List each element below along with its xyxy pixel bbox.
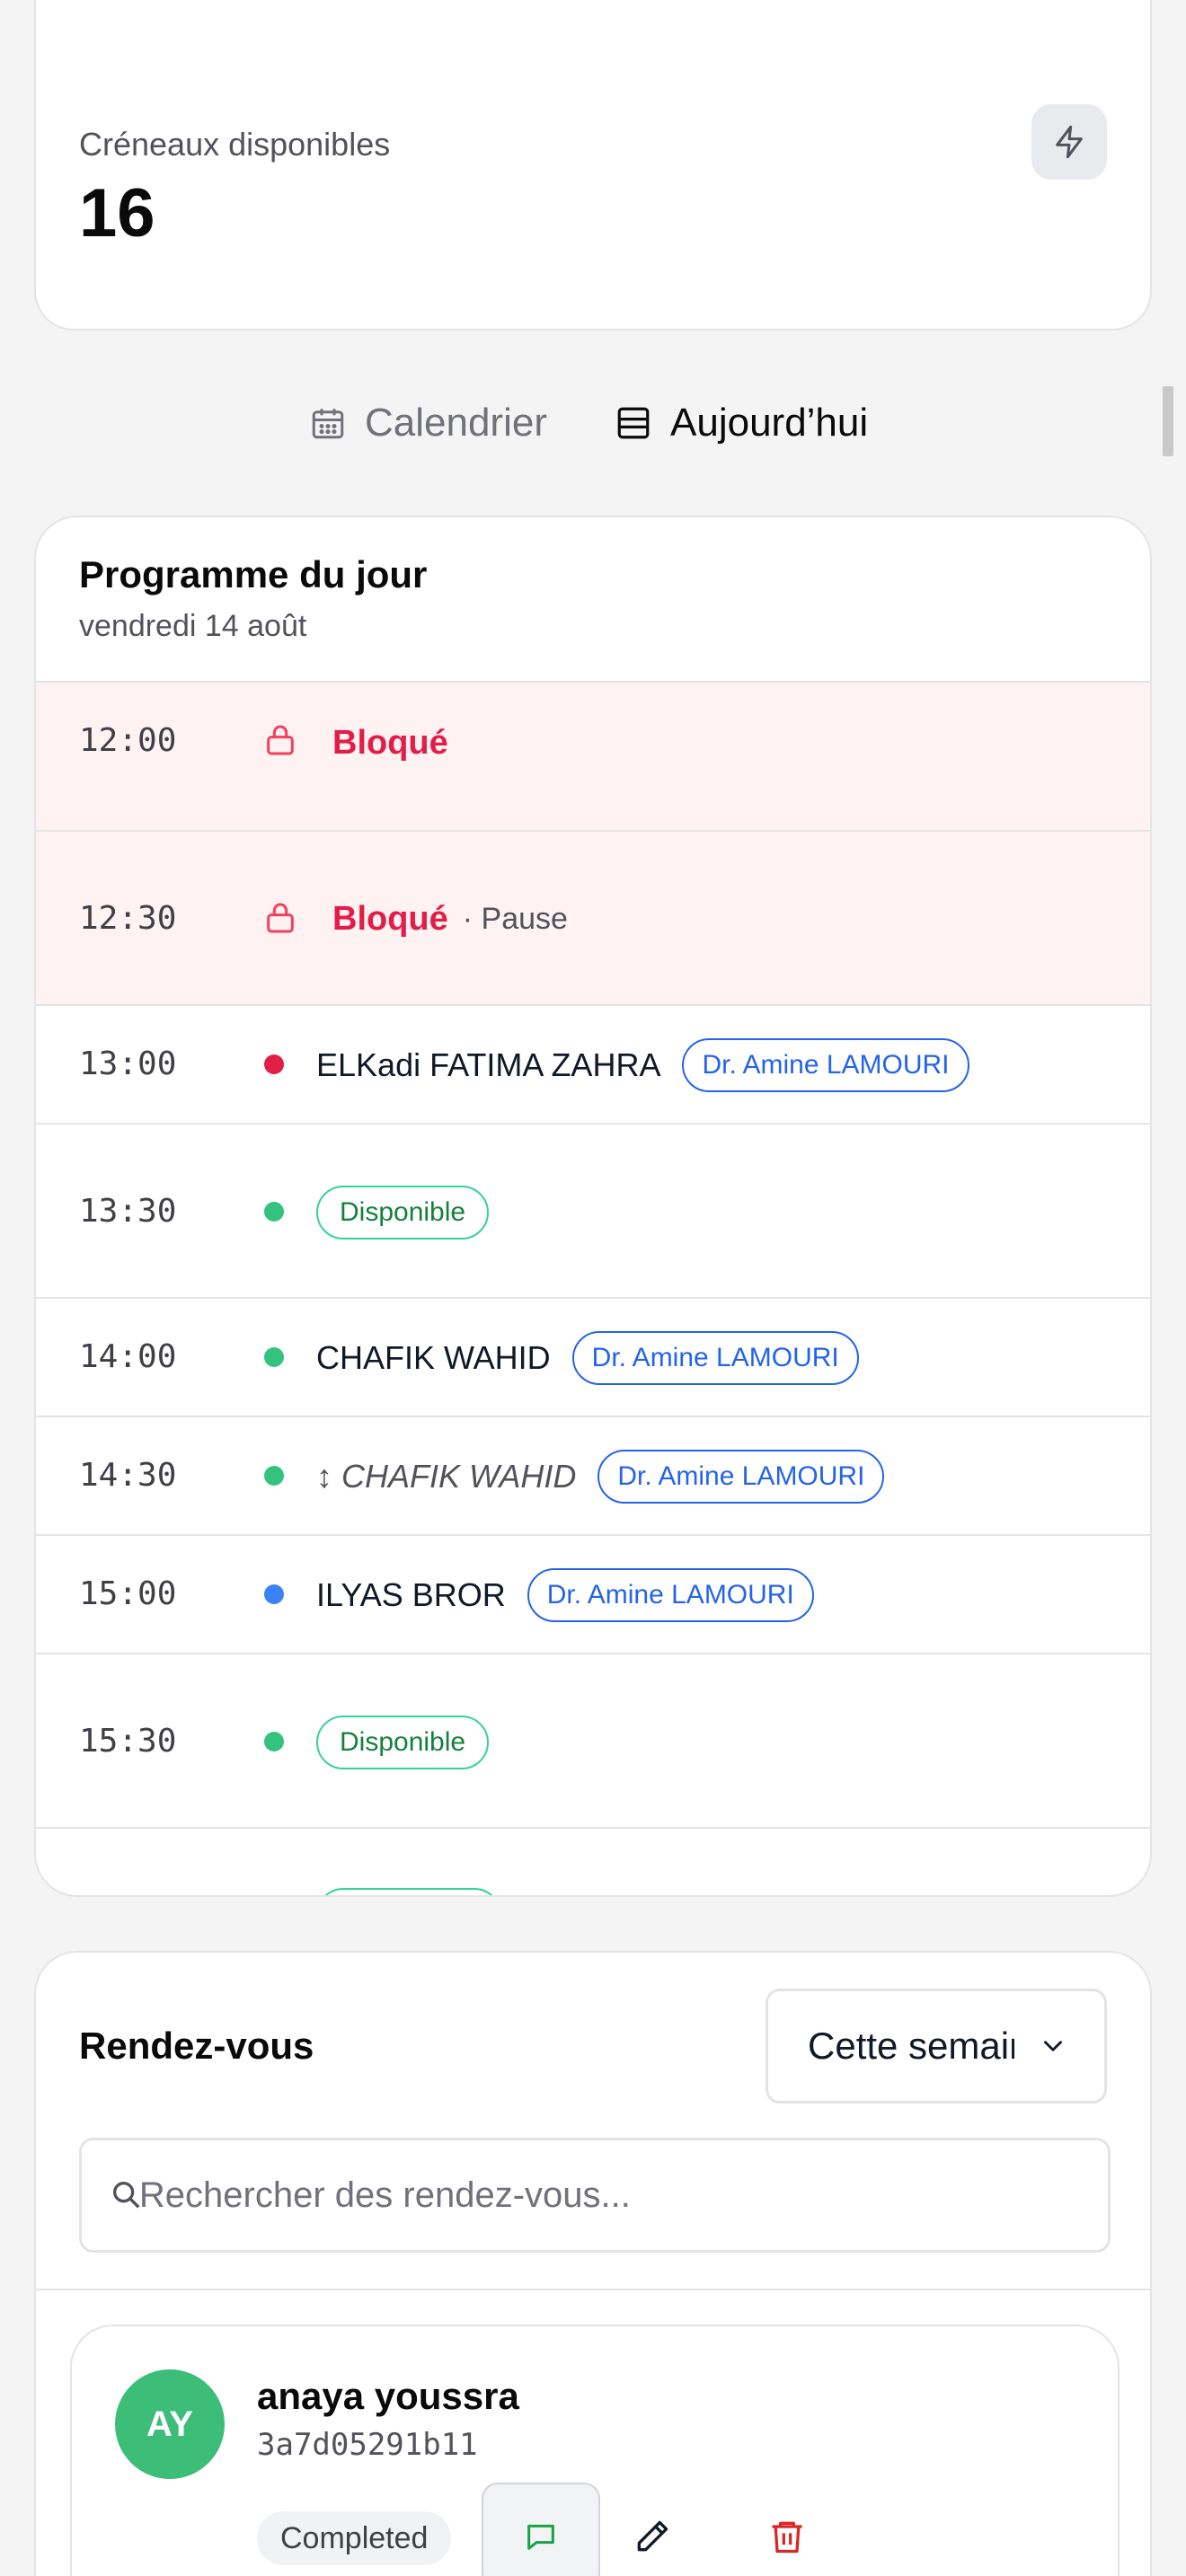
daily-schedule-card: Programme du jour vendredi 14 août 12:00… bbox=[34, 516, 1152, 1897]
view-toggle: Calendrier Aujourd’hui bbox=[0, 401, 1186, 460]
time-slot-blocked[interactable]: 12:00 Bloqué bbox=[36, 683, 1150, 832]
message-icon bbox=[527, 2524, 554, 2550]
period-select-value: Cette semaine bbox=[808, 2025, 1014, 2067]
available-badge bbox=[316, 1888, 501, 1895]
schedule-title: Programme du jour bbox=[79, 553, 428, 595]
schedule-header: Programme du jour vendredi 14 août bbox=[36, 517, 1150, 683]
appointment-id: 3a7d05291b11 bbox=[257, 2427, 478, 2463]
available-badge: Disponible bbox=[316, 1716, 490, 1769]
calendar-view-label: Calendrier bbox=[365, 401, 547, 445]
slot-time: 15:00 bbox=[79, 1575, 177, 1612]
calendar-view-button[interactable]: Calendrier bbox=[309, 401, 547, 446]
blocked-label: Bloqué bbox=[332, 724, 448, 762]
today-view-button[interactable]: Aujourd’hui bbox=[615, 401, 868, 446]
appointment-patient-name: anaya youssra bbox=[257, 2375, 519, 2417]
scrollbar-thumb[interactable] bbox=[1163, 386, 1173, 456]
slot-time: 13:30 bbox=[79, 1193, 177, 1230]
slot-time: 12:30 bbox=[79, 900, 177, 937]
status-dot bbox=[264, 1584, 284, 1604]
appointments-title: Rendez-vous bbox=[79, 2025, 314, 2067]
list-view-icon bbox=[617, 407, 650, 439]
lightning-icon bbox=[1031, 104, 1107, 180]
available-badge: Disponible bbox=[316, 1186, 490, 1239]
status-dot bbox=[264, 1054, 284, 1074]
available-slots-label: Créneaux disponibles bbox=[79, 126, 391, 163]
doctor-badge: Dr. Amine LAMOURI bbox=[527, 1568, 814, 1622]
trash-icon bbox=[772, 2521, 802, 2554]
available-slots-card: Créneaux disponibles 16 bbox=[34, 0, 1152, 331]
doctor-badge: Dr. Amine LAMOURI bbox=[597, 1450, 885, 1504]
doctor-badge: Dr. Amine LAMOURI bbox=[682, 1038, 969, 1092]
time-slot-rescheduled[interactable]: 14:30 ↕ CHAFIK WAHID Dr. Amine LAMOURI bbox=[36, 1417, 1150, 1536]
appointments-card: Rendez-vous Cette semaine AY anaya youss… bbox=[34, 1951, 1152, 2576]
search-box[interactable] bbox=[79, 2138, 1111, 2253]
status-dot bbox=[264, 1466, 284, 1486]
status-dot bbox=[264, 1347, 284, 1367]
patient-name: ↕ CHAFIK WAHID bbox=[316, 1458, 577, 1495]
blocked-label: Bloqué bbox=[332, 900, 448, 938]
message-button[interactable] bbox=[482, 2483, 600, 2576]
patient-name: ELKadi FATIMA ZAHRA bbox=[316, 1046, 661, 1083]
lock-icon bbox=[262, 722, 298, 763]
time-slot-blocked[interactable]: 12:30 Bloqué · Pause bbox=[36, 832, 1150, 1006]
status-dot bbox=[264, 1732, 284, 1751]
calendar-icon bbox=[312, 409, 344, 439]
available-slots-value: 16 bbox=[79, 175, 155, 251]
slot-time: 14:30 bbox=[79, 1457, 177, 1494]
divider bbox=[36, 2289, 1150, 2290]
doctor-badge: Dr. Amine LAMOURI bbox=[571, 1331, 859, 1385]
lock-icon bbox=[262, 900, 298, 940]
status-badge: Completed bbox=[257, 2511, 452, 2565]
pencil-icon bbox=[637, 2520, 668, 2552]
time-slot-available[interactable]: 15:30 Disponible bbox=[36, 1654, 1150, 1829]
edit-button[interactable] bbox=[625, 2510, 679, 2563]
time-slot-booked[interactable]: 14:00 CHAFIK WAHID Dr. Amine LAMOURI bbox=[36, 1299, 1150, 1417]
period-select[interactable]: Cette semaine bbox=[766, 1989, 1107, 2104]
appointment-item[interactable]: AY anaya youssra 3a7d05291b11 Completed bbox=[70, 2325, 1120, 2576]
time-slot-available[interactable]: 13:30 Disponible bbox=[36, 1125, 1150, 1299]
search-input[interactable] bbox=[138, 2175, 1108, 2216]
blocked-note: · Pause bbox=[462, 902, 568, 936]
time-slot-booked[interactable]: 13:00 ELKadi FATIMA ZAHRA Dr. Amine LAMO… bbox=[36, 1006, 1150, 1125]
slot-time: 14:00 bbox=[79, 1338, 177, 1375]
patient-name: CHAFIK WAHID bbox=[316, 1339, 551, 1376]
time-slot-available[interactable] bbox=[36, 1829, 1150, 1895]
today-view-label: Aujourd’hui bbox=[670, 401, 869, 445]
slot-time: 12:00 bbox=[79, 722, 177, 759]
slot-time: 15:30 bbox=[79, 1723, 177, 1760]
slot-time: 13:00 bbox=[79, 1045, 177, 1082]
status-dot bbox=[264, 1202, 284, 1222]
schedule-date: vendredi 14 août bbox=[79, 609, 307, 643]
time-slot-booked[interactable]: 15:00 ILYAS BROR Dr. Amine LAMOURI bbox=[36, 1536, 1150, 1654]
delete-button[interactable] bbox=[760, 2510, 814, 2563]
patient-name: ILYAS BROR bbox=[316, 1576, 506, 1613]
chevron-down-icon bbox=[1044, 2041, 1062, 2051]
avatar: AY bbox=[115, 2369, 225, 2479]
